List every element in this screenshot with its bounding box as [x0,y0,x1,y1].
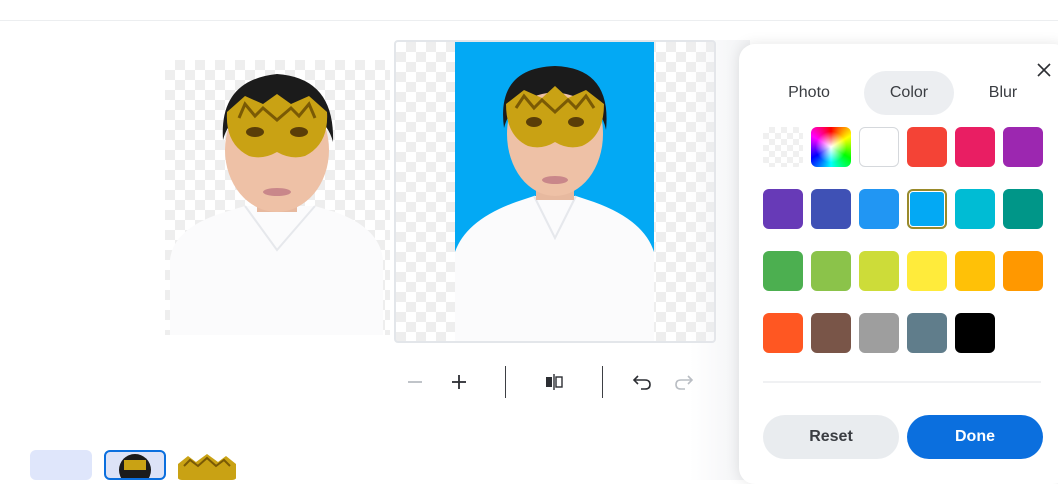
color-swatch[interactable] [763,189,803,229]
color-swatch[interactable] [811,313,851,353]
zoom-in-button[interactable] [445,368,473,396]
thumbnail-blank[interactable] [30,450,92,480]
color-swatch[interactable] [811,189,851,229]
flip-horizontal-icon [546,374,563,390]
thumbnail-selected[interactable] [104,450,166,480]
color-swatch[interactable] [907,251,947,291]
color-swatch[interactable] [1003,127,1043,167]
color-swatch[interactable] [1003,251,1043,291]
person-image [455,66,654,341]
top-bar [0,0,1058,21]
done-button[interactable]: Done [907,415,1043,459]
canvas-toolbar [400,362,710,402]
undo-icon [632,375,651,390]
color-swatch[interactable] [811,251,851,291]
flip-button[interactable] [540,368,568,396]
tab-blur[interactable]: Blur [958,71,1048,115]
thumbnail-mask[interactable] [176,450,238,480]
swatch-custom-color[interactable] [811,127,851,167]
zoom-out-button[interactable] [401,368,429,396]
tab-color[interactable]: Color [864,71,954,115]
minus-icon [408,381,422,383]
color-swatch[interactable] [955,127,995,167]
mask-thumbnail-image [178,454,236,480]
panel-divider [763,381,1041,383]
tab-photo[interactable]: Photo [764,71,854,115]
color-swatch[interactable] [859,189,899,229]
toolbar-divider [602,366,603,398]
plus-icon [452,375,466,389]
color-swatch[interactable] [955,313,995,353]
color-swatch[interactable] [955,189,995,229]
color-swatch[interactable] [763,251,803,291]
edited-photo-canvas[interactable] [394,40,716,343]
undo-button[interactable] [628,368,656,396]
color-swatch[interactable] [859,127,899,167]
toolbar-divider [505,366,506,398]
color-swatch[interactable] [763,313,803,353]
person-cutout-image [170,74,383,335]
color-swatch[interactable] [907,189,947,229]
swatch-transparent[interactable] [763,127,803,167]
reset-button[interactable]: Reset [763,415,899,459]
color-swatch[interactable] [907,313,947,353]
color-swatch[interactable] [907,127,947,167]
background-panel: Photo Color Blur Reset Done [739,44,1058,484]
original-cutout-preview [165,60,390,335]
color-swatch[interactable] [859,313,899,353]
color-swatch[interactable] [859,251,899,291]
color-swatch[interactable] [955,251,995,291]
thumbnail-image [119,454,151,478]
color-swatch[interactable] [1003,189,1043,229]
